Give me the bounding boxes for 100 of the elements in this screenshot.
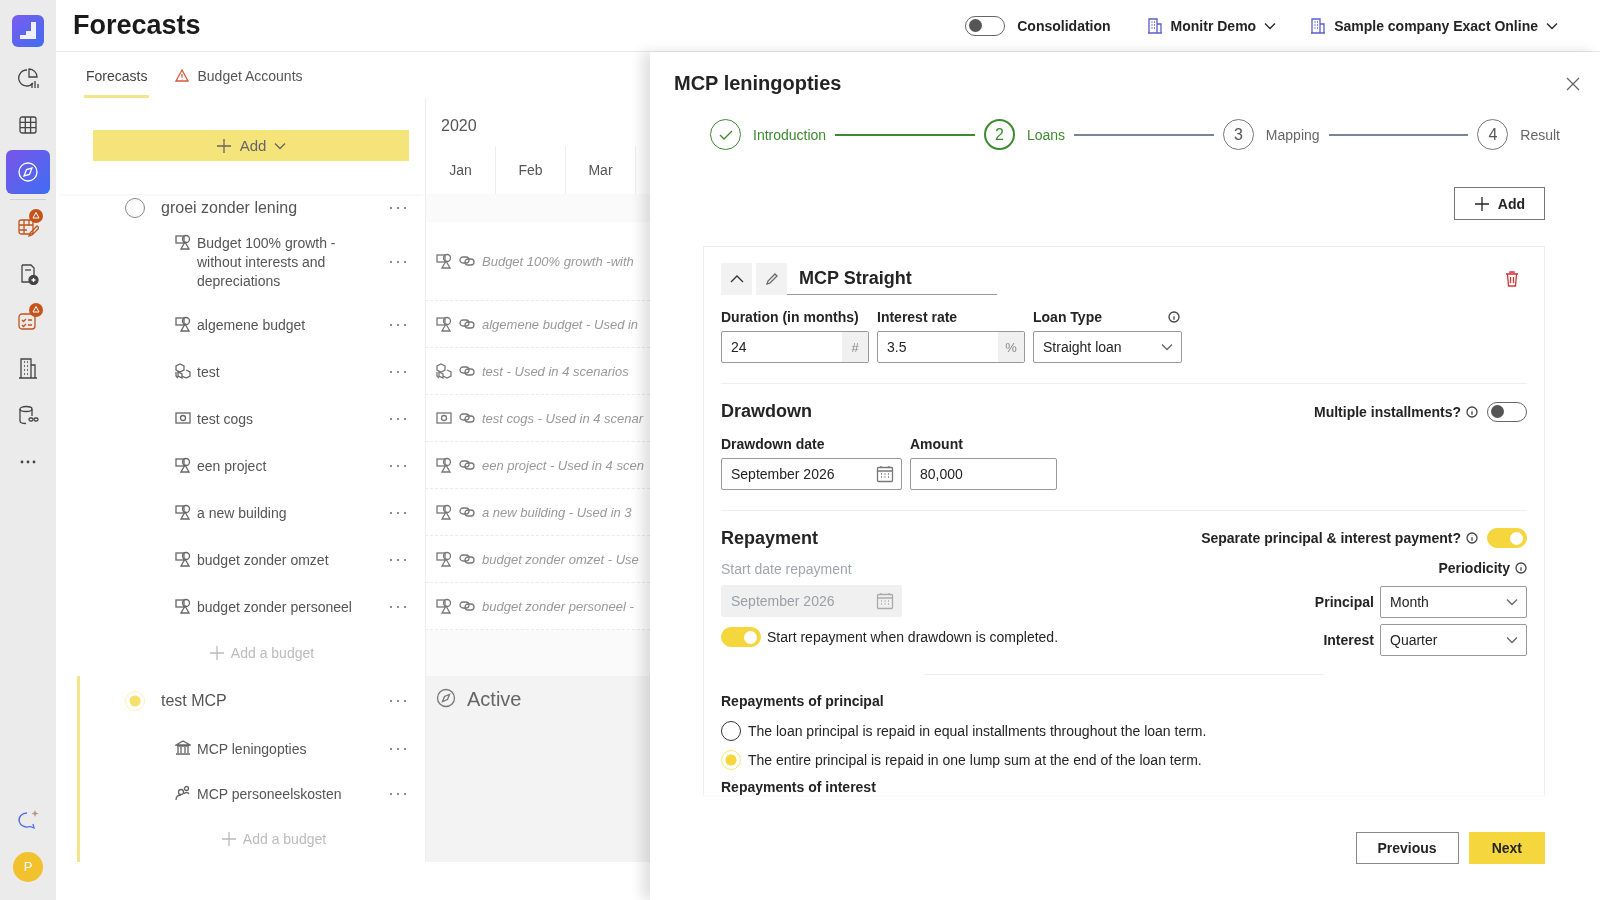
company-selector[interactable]: Monitr Demo <box>1138 13 1285 38</box>
collapse-button[interactable] <box>721 263 752 295</box>
check-icon <box>718 128 733 141</box>
step-label: Mapping <box>1265 126 1320 143</box>
budget-item[interactable]: algemene budget <box>175 314 389 335</box>
banknote-icon <box>436 410 452 426</box>
add-button[interactable]: Add <box>1453 187 1545 220</box>
field-label: Interest rate <box>877 309 959 325</box>
section-title: Repayments of interest <box>721 779 877 795</box>
step-label: Loans <box>1026 126 1066 143</box>
shapes-icon <box>436 316 452 332</box>
banknote-icon <box>175 410 191 426</box>
panel-title: MCP leningopties <box>674 72 842 95</box>
date-field[interactable]: September 2026 <box>721 458 902 490</box>
link-icon <box>459 412 475 424</box>
edit-button[interactable] <box>756 262 787 295</box>
shapes-icon <box>175 316 191 332</box>
building-icon[interactable] <box>18 356 38 379</box>
dropdown[interactable]: Straight loan <box>1033 331 1182 363</box>
add-button[interactable]: Add <box>93 130 409 161</box>
calendar-icon[interactable] <box>876 465 894 483</box>
more-icon[interactable] <box>18 458 38 465</box>
scenario-name: test MCP <box>161 692 227 710</box>
shapes-icon <box>175 551 191 567</box>
timeline-label: budget zonder personeel - <box>482 598 634 614</box>
pie-chart-icon[interactable] <box>17 66 39 89</box>
budget-item[interactable]: test cogs <box>175 408 389 429</box>
page-title: Forecasts <box>73 10 201 41</box>
info-icon <box>1466 405 1478 418</box>
chevron-down-icon <box>1546 21 1558 30</box>
unit-label: % <box>998 332 1024 362</box>
chevron-up-icon <box>729 275 744 283</box>
info-icon <box>1515 562 1527 574</box>
delete-icon[interactable] <box>1505 271 1519 287</box>
link-icon <box>459 318 475 330</box>
link-icon <box>459 553 475 565</box>
info-icon <box>1168 311 1180 323</box>
step-circle[interactable]: 2 <box>983 119 1015 150</box>
table-icon[interactable] <box>18 114 38 135</box>
budget-item[interactable]: budget zonder personeel <box>175 596 389 617</box>
timeline-label: Budget 100% growth -with <box>482 253 634 269</box>
nav-item[interactable] <box>6 150 50 194</box>
compass-icon[interactable] <box>17 161 39 183</box>
field-label: Drawdown date <box>721 436 826 452</box>
budget-item[interactable]: MCP personeelskosten <box>175 783 389 804</box>
pencil-icon <box>764 271 779 286</box>
people-icon <box>175 785 191 801</box>
field-label: Principal <box>1314 594 1374 610</box>
warning-badge-icon <box>29 303 43 317</box>
plus-icon <box>1473 195 1490 212</box>
input-field[interactable]: 80,000 <box>910 458 1057 490</box>
link-icon <box>459 459 475 471</box>
budget-item[interactable]: MCP leningopties <box>175 738 389 759</box>
field-label: Start date repayment <box>721 561 853 577</box>
chevron-down-icon <box>1161 343 1173 351</box>
budget-item[interactable]: een project <box>175 455 389 476</box>
step-label: Result <box>1520 126 1560 143</box>
toggle-label: Multiple installments? <box>1314 403 1461 420</box>
bank-icon <box>175 740 191 756</box>
app-logo-icon[interactable] <box>12 14 44 47</box>
company-selector[interactable]: Sample company Exact Online <box>1302 13 1566 38</box>
database-link-icon[interactable] <box>17 403 39 426</box>
tab[interactable]: Forecasts <box>84 56 150 98</box>
shapes-icon <box>175 504 191 520</box>
input-field[interactable]: 24 # <box>721 331 869 363</box>
dropdown[interactable]: Quarter <box>1380 624 1527 656</box>
field-label: Interest <box>1323 632 1374 648</box>
option-label: The entire principal is repaid in one lump sum at the end of the loan term. <box>748 752 1202 768</box>
timeline-label: budget zonder omzet - Use <box>482 551 639 567</box>
timeline-label: een project - Used in 4 scen <box>482 457 644 473</box>
budget-item[interactable]: Budget 100% growth - without interests and depreciations <box>175 232 389 291</box>
chevron-down-icon <box>274 141 287 150</box>
previous-button[interactable]: Previous <box>1355 832 1459 864</box>
budget-item[interactable]: budget zonder omzet <box>175 549 389 570</box>
dropdown[interactable]: Month <box>1380 586 1527 618</box>
compass-icon <box>436 688 456 708</box>
next-button[interactable]: Next <box>1468 832 1545 864</box>
year-label: 2020 <box>440 116 478 136</box>
warning-badge-icon <box>29 209 43 223</box>
link-icon <box>459 600 475 612</box>
tab[interactable]: Budget Accounts <box>173 56 305 98</box>
shapes-icon <box>175 598 191 614</box>
budget-item[interactable]: a new building <box>175 502 389 523</box>
warning-icon <box>175 69 190 82</box>
loan-name-field[interactable]: MCP Straight <box>756 263 997 295</box>
toggle-label: Consolidation <box>1017 17 1111 34</box>
close-icon[interactable] <box>1566 76 1580 91</box>
shapes-icon <box>436 253 452 269</box>
option-label: The loan principal is repaid in equal installments throughout the loan term. <box>748 723 1207 739</box>
field-label: Periodicity <box>1438 560 1510 576</box>
budget-item[interactable]: test <box>175 361 389 382</box>
status-label: Active <box>467 688 522 711</box>
unit-label: # <box>842 332 868 362</box>
timeline-label: test cogs - Used in 4 scenar <box>482 410 644 426</box>
plus-icon <box>208 645 225 661</box>
field-label: Loan Type <box>1033 309 1102 325</box>
input-field[interactable]: 3.5 % <box>877 331 1025 363</box>
scenario-name: groei zonder lening <box>161 199 298 217</box>
chevron-down-icon <box>1506 636 1518 644</box>
shapes-icon <box>175 234 191 250</box>
